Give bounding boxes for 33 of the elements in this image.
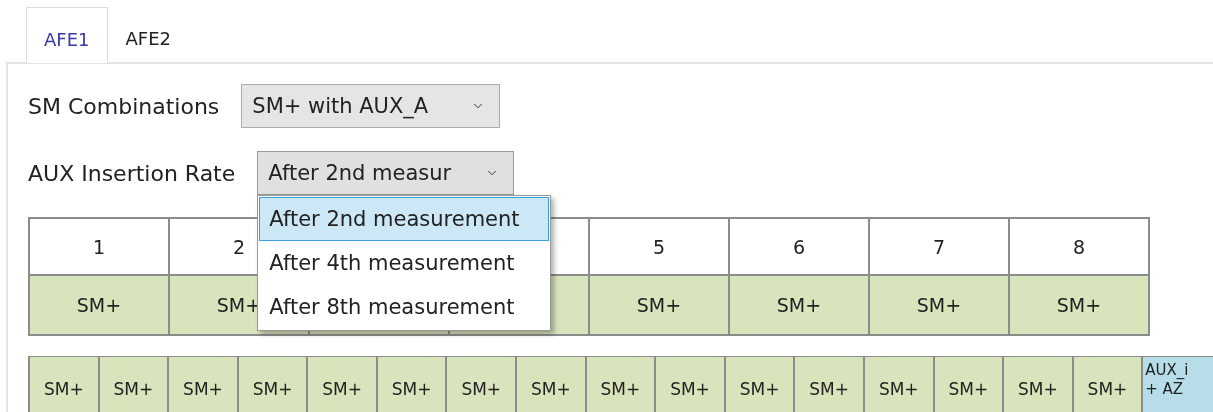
tab[interactable]: AFE1 <box>26 7 108 63</box>
sequence-cell: SM+ <box>29 356 99 412</box>
sequence-cell: SM+ <box>585 356 656 412</box>
sequence-cell: SM+ <box>98 356 169 412</box>
setting-label: AUX Insertion Rate <box>28 160 236 186</box>
sequence-cell: SM+ <box>933 356 1004 412</box>
table-cell: SM+ <box>729 275 869 335</box>
sequence-cell: SM+ <box>863 356 934 412</box>
sequence-cell: SM+ <box>307 356 377 412</box>
table-cell: SM+ <box>869 275 1009 335</box>
table-cell: SM+ <box>29 275 169 335</box>
sequence-cell: SM+ <box>1003 356 1073 412</box>
sequence-cell: SM+ <box>446 356 517 412</box>
sequence-cell: SM+ <box>376 356 447 412</box>
column-header: 8 <box>1009 218 1149 275</box>
sequence-cell: SM+ <box>168 356 238 412</box>
sequence-cell: SM+ <box>237 356 308 412</box>
sequence-cell: SM+ <box>724 356 795 412</box>
column-header: 1 <box>29 218 169 275</box>
table-cell: SM+ <box>1009 275 1149 335</box>
sequence-cell: SM+ <box>794 356 864 412</box>
dropdown[interactable]: After 2nd measur <box>257 151 515 195</box>
table-cell: SM+ <box>589 275 729 335</box>
column-header: 6 <box>729 218 869 275</box>
dropdown[interactable]: SM+ with AUX_A <box>241 84 501 128</box>
sequence-cell: SM+ <box>1072 356 1143 412</box>
sequence-cell: SM+ <box>516 356 586 412</box>
column-header: 7 <box>869 218 1009 275</box>
column-header: 5 <box>589 218 729 275</box>
menu-option[interactable]: After 2nd measurement <box>259 197 550 241</box>
sequence-cell: SM+ <box>655 356 725 412</box>
sequence-cell: AUX_i + AZ <box>1142 356 1213 412</box>
setting-label: SM Combinations <box>28 93 220 119</box>
